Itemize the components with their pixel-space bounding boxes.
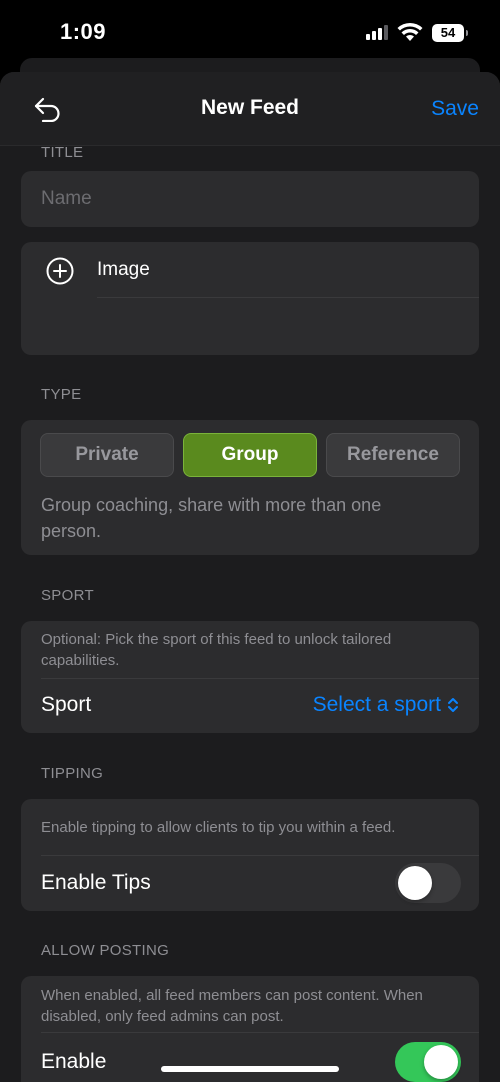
type-private-button[interactable]: Private (40, 433, 174, 477)
enable-posting-toggle[interactable] (395, 1042, 461, 1082)
nav-bar: New Feed Save (0, 72, 500, 146)
status-bar: 1:09 54 (0, 0, 500, 66)
posting-helper-text: When enabled, all feed members can post … (41, 987, 423, 1025)
sport-helper-text: Optional: Pick the sport of this feed to… (41, 631, 392, 669)
sport-picker[interactable]: Select a sport (313, 693, 459, 717)
toggle-knob (424, 1045, 458, 1079)
image-label[interactable]: Image (97, 259, 150, 281)
page-title: New Feed (200, 96, 300, 119)
wifi-icon (397, 22, 423, 41)
save-button[interactable]: Save (431, 97, 479, 121)
tipping-helper-text: Enable tipping to allow clients to tip y… (41, 819, 396, 836)
enable-tips-toggle[interactable] (395, 863, 461, 903)
cellular-signal-icon (366, 24, 390, 40)
home-indicator[interactable] (161, 1066, 339, 1072)
sport-section-header: SPORT (41, 587, 94, 604)
status-time: 1:09 (60, 19, 107, 44)
type-section-header: TYPE (41, 386, 82, 403)
type-description: Group coaching, share with more than one… (41, 495, 382, 541)
title-section-header: TITLE (41, 144, 84, 161)
screen: 1:09 54 New Feed Save TITLE Name Image T… (0, 0, 500, 1082)
chevron-up-down-icon (448, 698, 458, 712)
divider (41, 855, 479, 856)
enable-tips-label: Enable Tips (41, 871, 151, 894)
sport-picker-value[interactable]: Select a sport (313, 693, 441, 717)
toggle-knob (398, 866, 432, 900)
name-input[interactable]: Name (41, 171, 92, 227)
divider (41, 678, 479, 679)
battery-icon: 54 (432, 24, 468, 42)
add-circle-icon[interactable] (45, 256, 75, 286)
divider (97, 297, 479, 298)
type-reference-button[interactable]: Reference (326, 433, 460, 477)
sport-card: Optional: Pick the sport of this feed to… (21, 621, 479, 733)
tipping-card: Enable tipping to allow clients to tip y… (21, 799, 479, 911)
enable-posting-label: Enable (41, 1050, 107, 1073)
posting-section-header: ALLOW POSTING (41, 942, 170, 959)
image-card[interactable]: Image (21, 242, 479, 355)
tipping-section-header: TIPPING (41, 765, 104, 782)
name-field-card: Name (21, 171, 479, 227)
new-feed-sheet: New Feed Save TITLE Name Image TYPE Priv… (0, 72, 500, 1082)
sport-label: Sport (41, 693, 92, 716)
divider (41, 1032, 479, 1033)
type-group-button[interactable]: Group (183, 433, 317, 477)
type-card: Private Group Reference Group coaching, … (21, 420, 479, 555)
